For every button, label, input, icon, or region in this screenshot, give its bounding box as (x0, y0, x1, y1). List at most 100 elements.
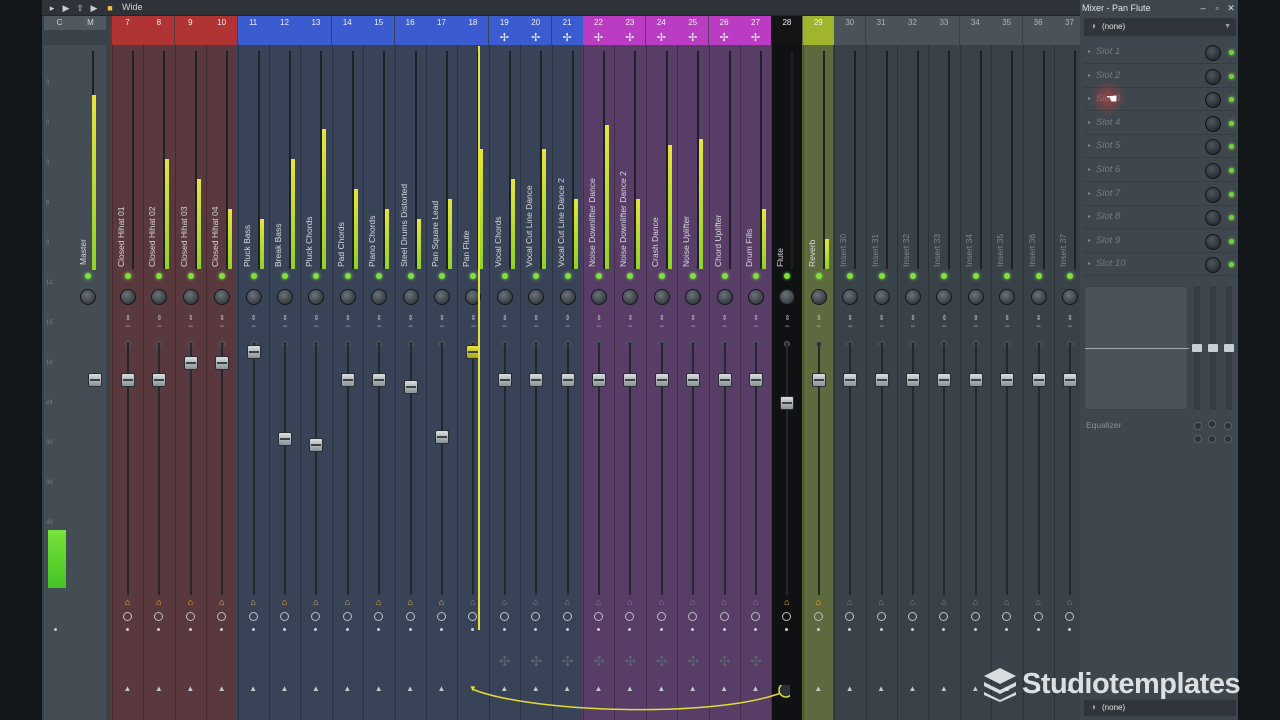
lock-icon[interactable]: ⌂ (1034, 598, 1043, 607)
volume-fader[interactable] (654, 373, 669, 387)
channel-strip[interactable]: Steel Drums Distorted ⇕ ⇔ ⌂ ▲ (394, 45, 426, 720)
channel-number[interactable]: 31 (865, 16, 897, 45)
volume-fader[interactable] (780, 396, 795, 410)
slot-mix-knob[interactable] (1205, 210, 1221, 227)
channel-strip[interactable]: Vocal Chords ⇕ ⇔ ⌂ ✣ ▲ (488, 45, 520, 720)
channel-strip[interactable]: Insert 34 ⇕ ⇔ ⌂ ▲ (959, 45, 991, 720)
stereo-swap-icon[interactable]: ⇕ ⇔ (972, 315, 980, 333)
volume-fader[interactable] (874, 373, 889, 387)
eq-display[interactable] (1084, 286, 1189, 410)
channel-name[interactable]: Closed Hihat 04 (209, 149, 221, 267)
pan-knob[interactable] (936, 289, 953, 305)
pan-knob[interactable] (528, 289, 545, 305)
route-dot[interactable] (534, 628, 538, 631)
channel-strip[interactable]: Noise Uplifter ⇕ ⇔ ⌂ ✣ ▲ (677, 45, 708, 720)
lock-icon[interactable]: ⌂ (971, 598, 980, 607)
eq-band-dot[interactable] (1194, 422, 1202, 430)
stereo-swap-icon[interactable]: ⇕ ⇔ (626, 315, 634, 333)
slot-enable-led[interactable] (1229, 238, 1234, 244)
volume-fader[interactable] (309, 438, 324, 452)
route-dot[interactable] (816, 628, 820, 631)
record-arm-icon[interactable] (217, 612, 227, 621)
channel-name[interactable]: Pan Flute (460, 149, 472, 267)
pan-knob[interactable] (402, 289, 419, 305)
mute-led[interactable] (627, 273, 634, 279)
channel-number[interactable]: 8 (143, 16, 175, 45)
slot-mix-knob[interactable] (1205, 115, 1221, 132)
close-icon[interactable]: ✕ (1226, 2, 1236, 14)
expand-arrow-icon[interactable]: ▸ (1088, 142, 1091, 149)
stereo-swap-icon[interactable]: ⇕ ⇔ (532, 315, 540, 333)
eq-knob-high[interactable] (1224, 344, 1234, 352)
master-led[interactable] (85, 273, 91, 279)
pan-knob[interactable] (214, 289, 231, 305)
lock-icon[interactable]: ⌂ (939, 598, 948, 607)
route-arrow-icon[interactable]: ▲ (813, 685, 824, 693)
channel-name[interactable]: Drum Fills (743, 149, 755, 267)
route-dot[interactable] (188, 628, 192, 631)
lock-icon[interactable]: ⌂ (845, 598, 854, 607)
effect-slot[interactable]: ▸ Slot 10 (1084, 254, 1236, 277)
stereo-swap-icon[interactable]: ⇕ ⇔ (124, 315, 132, 333)
mute-led[interactable] (533, 273, 540, 279)
record-arm-icon[interactable] (185, 612, 195, 621)
channel-strip[interactable]: Pluck Bass ⇕ ⇔ ⌂ ▲ (237, 45, 269, 720)
mute-led[interactable] (721, 273, 728, 279)
record-arm-icon[interactable] (468, 612, 478, 621)
stereo-swap-icon[interactable]: ⇕ ⇔ (375, 315, 383, 333)
stereo-swap-icon[interactable]: ⇕ ⇔ (218, 315, 226, 333)
pan-knob[interactable] (1062, 289, 1078, 305)
channel-strip[interactable]: Noise Downlifter Dance 2 ⇕ ⇔ ⌂ ✣ ▲ (614, 45, 645, 720)
lock-icon[interactable]: ⌂ (563, 598, 572, 607)
mute-led[interactable] (1067, 273, 1073, 279)
channel-name[interactable]: Insert 30 (837, 149, 849, 267)
stereo-swap-icon[interactable]: ⇕ ⇔ (815, 315, 823, 333)
pan-knob[interactable] (434, 289, 450, 305)
lock-icon[interactable]: ⌂ (688, 598, 697, 607)
record-arm-icon[interactable] (594, 612, 603, 621)
channel-strip[interactable]: Insert 36 ⇕ ⇔ ⌂ ▲ (1022, 45, 1054, 720)
channel-name[interactable]: Insert 35 (994, 149, 1006, 267)
stereo-swap-icon[interactable]: ⇕ ⇔ (595, 315, 603, 333)
pan-knob[interactable] (999, 289, 1016, 305)
mute-led[interactable] (156, 273, 163, 279)
channel-number[interactable]: 13 (300, 16, 332, 45)
volume-fader[interactable] (1063, 373, 1077, 387)
stereo-swap-icon[interactable]: ⇕ ⇔ (438, 315, 446, 333)
channel-strip[interactable]: Break Bass ⇕ ⇔ ⌂ ▲ (269, 45, 300, 720)
sidechain-icon[interactable]: ✣ (590, 653, 608, 669)
channel-strip[interactable]: Insert 33 ⇕ ⇔ ⌂ ▲ (928, 45, 959, 720)
pan-knob[interactable] (716, 289, 733, 305)
lock-icon[interactable]: ⌂ (751, 598, 760, 607)
lock-icon[interactable]: ⌂ (311, 598, 320, 607)
channel-number[interactable]: 32 (897, 16, 928, 45)
channel-name[interactable]: Pluck Bass (241, 149, 253, 267)
channel-name[interactable]: Flute (774, 149, 786, 267)
maximize-icon[interactable]: ▫ (1212, 2, 1222, 14)
effect-slot[interactable]: ▸ Slot 4 (1084, 113, 1236, 135)
channel-strip[interactable]: Closed Hihat 04 ⇕ ⇔ ⌂ ▲ (206, 45, 237, 720)
record-arm-icon[interactable] (939, 612, 949, 621)
lock-icon[interactable]: ⌂ (908, 598, 917, 607)
channel-strip[interactable]: Insert 31 ⇕ ⇔ ⌂ ▲ (865, 45, 897, 720)
mute-led[interactable] (941, 273, 948, 279)
expand-arrow-icon[interactable]: ▸ (1088, 190, 1091, 197)
channel-strip[interactable]: Flute⇕⇔⌂▲ (771, 45, 802, 720)
channel-name[interactable]: Closed Hihat 03 (178, 149, 190, 267)
channel-number[interactable]: 11 (237, 16, 269, 45)
route-dot[interactable] (973, 628, 977, 631)
pan-knob[interactable] (151, 289, 168, 305)
pan-knob[interactable] (182, 289, 199, 305)
sidechain-icon[interactable]: ✣ (527, 653, 545, 669)
channel-name[interactable]: Pad Chords (335, 149, 347, 267)
channel-number[interactable]: 15 (363, 16, 395, 45)
channel-strip[interactable]: Pad Chords ⇕ ⇔ ⌂ ▲ (331, 45, 363, 720)
record-arm-icon[interactable] (405, 612, 415, 621)
route-dot[interactable] (377, 628, 381, 631)
channel-name[interactable]: Vocal Cut Line Dance (523, 149, 535, 267)
expand-arrow-icon[interactable]: ▸ (1088, 237, 1091, 244)
group-marker-icon[interactable]: ✢ (614, 31, 645, 45)
route-arrow-icon[interactable]: ▲ (185, 685, 196, 693)
stereo-swap-icon[interactable]: ⇕ ⇔ (752, 315, 760, 333)
volume-fader[interactable] (686, 373, 701, 387)
